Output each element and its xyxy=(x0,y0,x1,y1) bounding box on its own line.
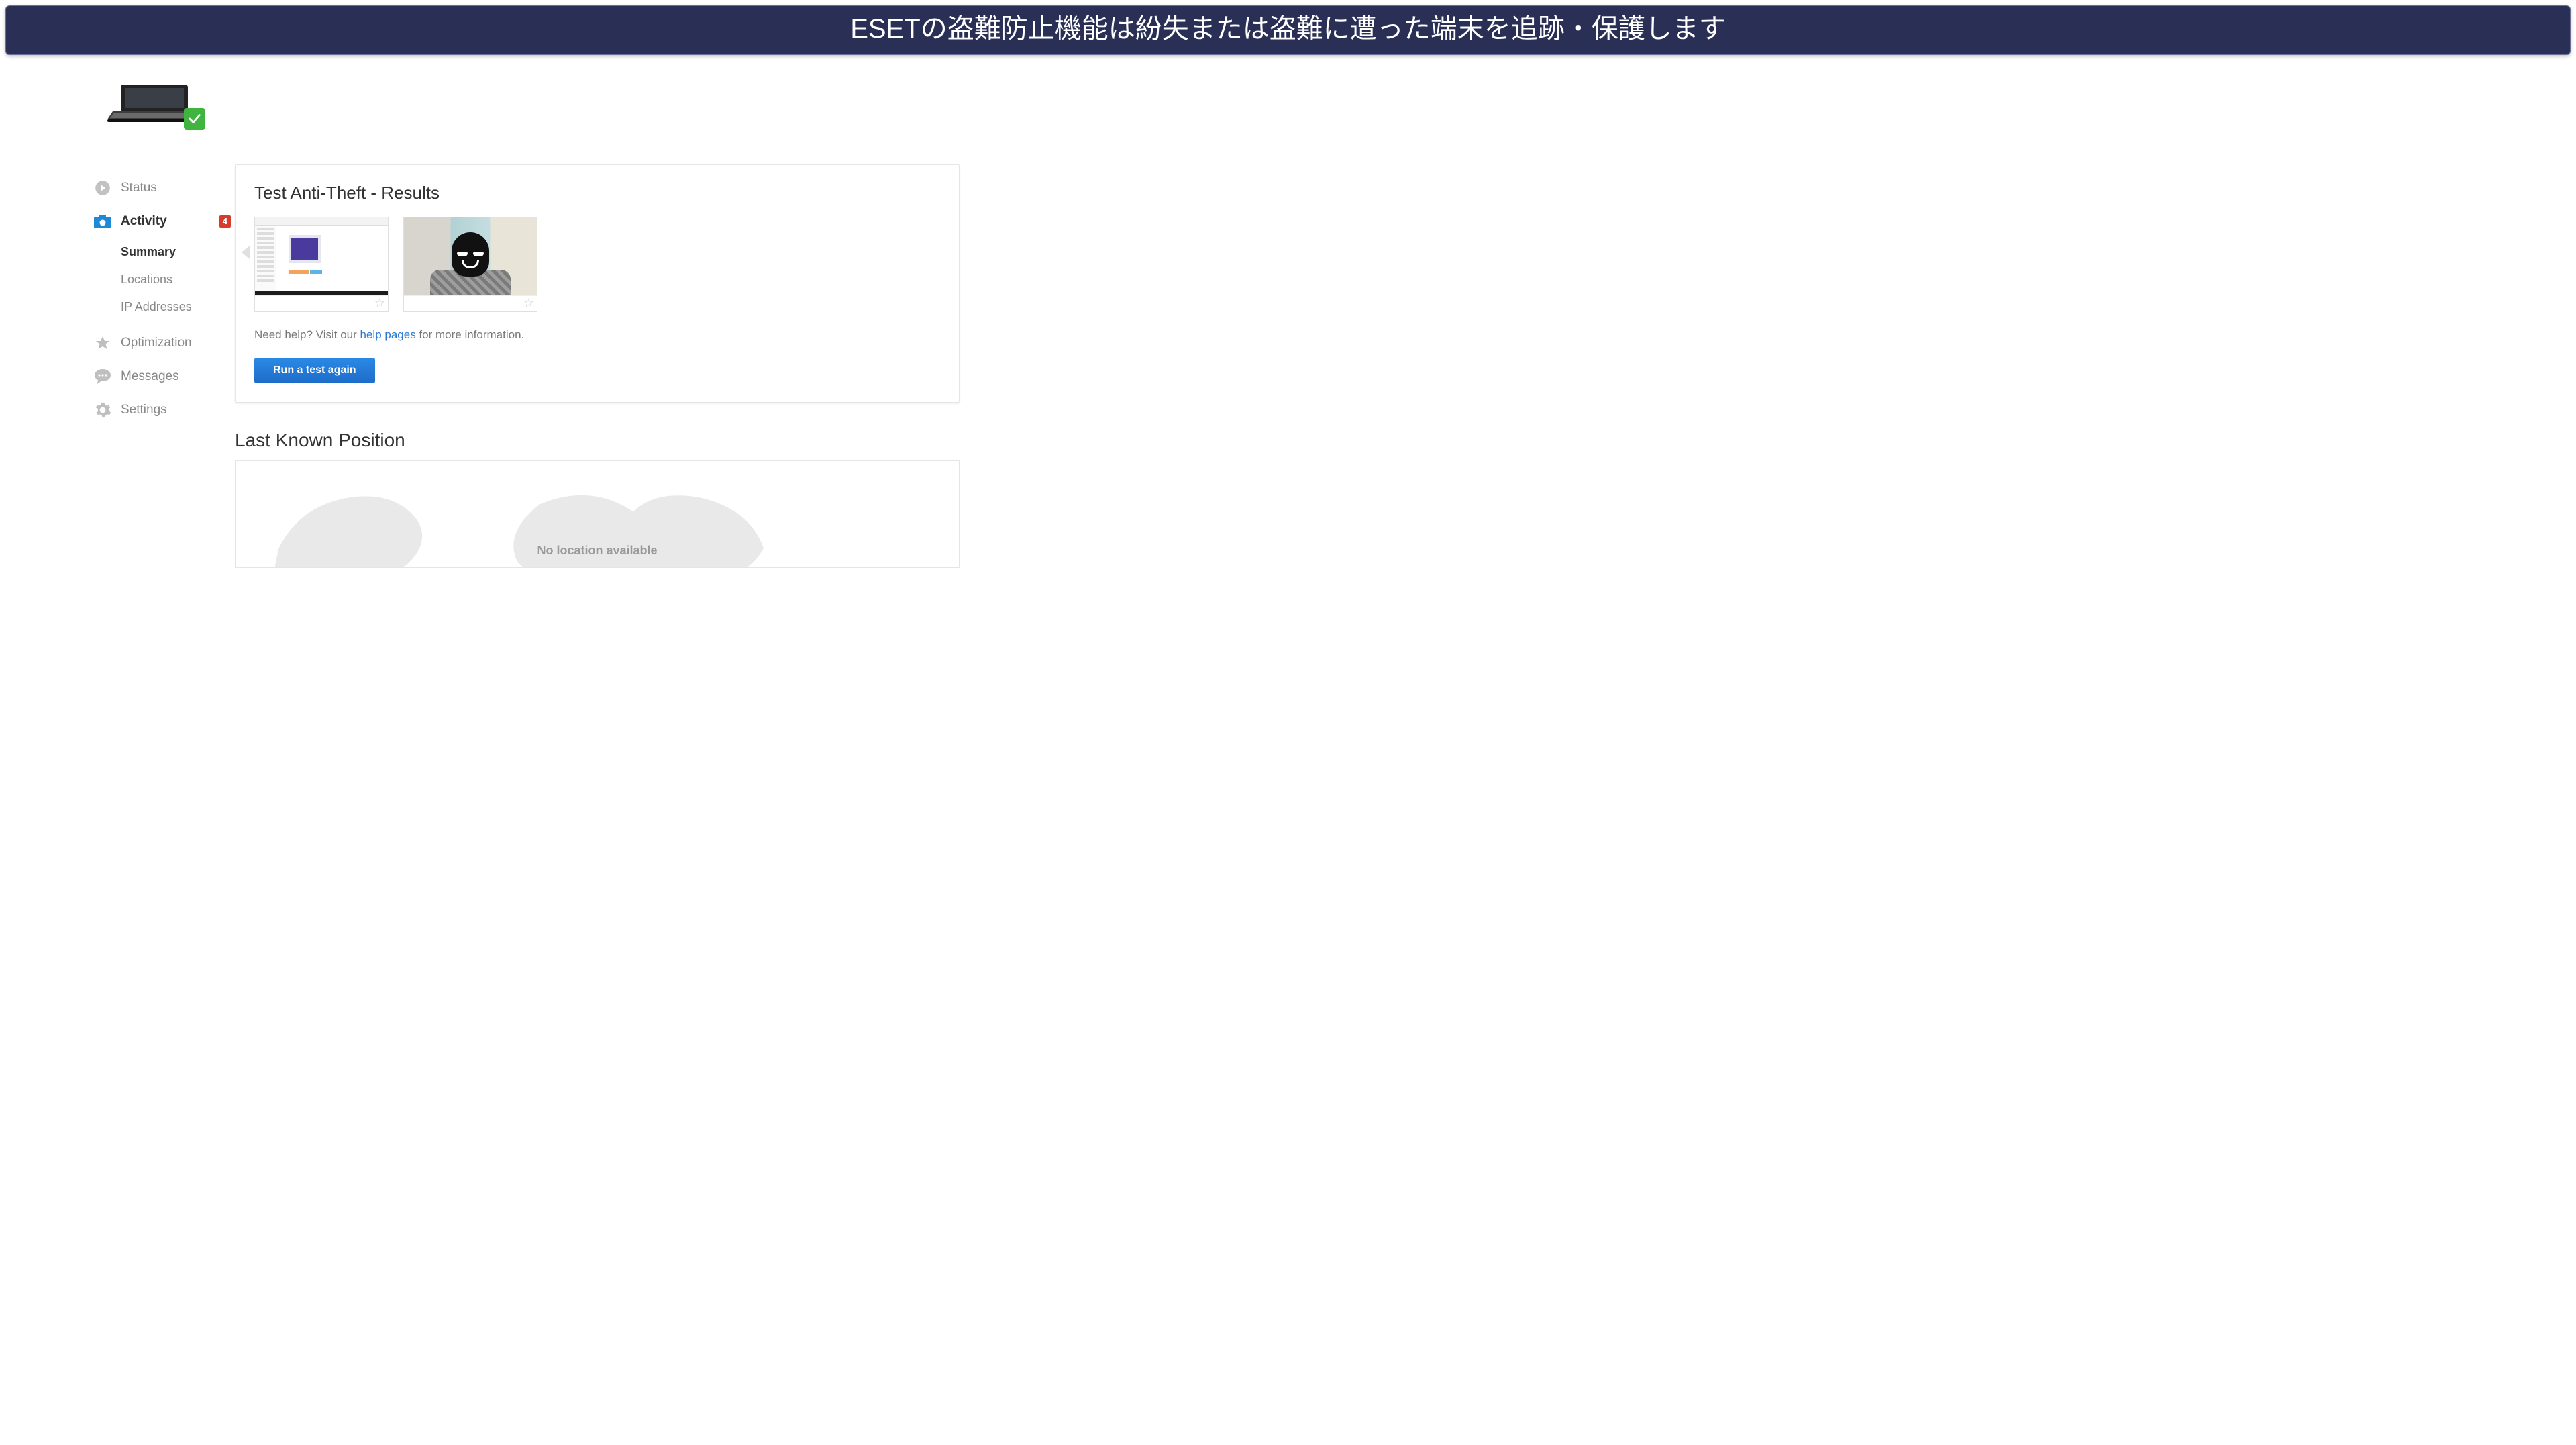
device-status-ok-badge xyxy=(184,108,205,130)
sidebar-item-status[interactable]: Status xyxy=(94,171,235,205)
map-empty-state: No location available xyxy=(236,544,959,558)
help-suffix: for more information. xyxy=(416,328,525,341)
sidebar-item-optimization[interactable]: Optimization xyxy=(94,326,235,360)
thumbnail-webcam[interactable]: ☆ xyxy=(403,217,537,312)
overlay-banner: ESETの盗難防止機能は紛失または盗難に遭った端末を追跡・保護します xyxy=(5,5,2571,55)
submenu-item-locations[interactable]: Locations xyxy=(121,266,235,293)
submenu-label: IP Addresses xyxy=(121,300,192,313)
results-thumbnails: ☆ xyxy=(254,217,940,312)
help-line: Need help? Visit our help pages for more… xyxy=(254,328,940,342)
webcam-image xyxy=(404,217,537,295)
submenu-label: Locations xyxy=(121,272,172,286)
sidebar-item-label: Optimization xyxy=(121,336,192,350)
sidebar-item-label: Settings xyxy=(121,403,167,417)
content-row: Status Activity 4 Summary Locations IP A… xyxy=(74,134,960,568)
activity-submenu: Summary Locations IP Addresses xyxy=(121,238,235,326)
submenu-item-summary[interactable]: Summary xyxy=(121,238,235,266)
app-page: Status Activity 4 Summary Locations IP A… xyxy=(74,0,960,568)
screenshot-image xyxy=(255,217,388,295)
help-pages-link[interactable]: help pages xyxy=(360,328,416,341)
sidebar-item-messages[interactable]: Messages xyxy=(94,360,235,393)
sidebar-badge: 4 xyxy=(219,215,231,228)
sidebar: Status Activity 4 Summary Locations IP A… xyxy=(74,134,235,427)
gear-icon xyxy=(94,401,111,419)
submenu-label: Summary xyxy=(121,245,176,258)
map-card[interactable]: No location available xyxy=(235,460,960,568)
overlay-banner-text: ESETの盗難防止機能は紛失または盗難に遭った端末を追跡・保護します xyxy=(850,14,1725,44)
sidebar-item-label: Messages xyxy=(121,369,179,384)
device-laptop[interactable] xyxy=(107,83,201,127)
star-outline-icon[interactable]: ☆ xyxy=(374,296,385,310)
sidebar-item-label: Status xyxy=(121,181,157,195)
last-known-position-title: Last Known Position xyxy=(235,430,960,451)
results-card: Test Anti-Theft - Results xyxy=(235,164,960,403)
camera-icon xyxy=(94,213,111,230)
results-title: Test Anti-Theft - Results xyxy=(254,183,940,203)
sidebar-item-settings[interactable]: Settings xyxy=(94,393,235,427)
play-circle-icon xyxy=(94,179,111,197)
sidebar-item-label: Activity xyxy=(121,214,167,229)
thumbnail-screenshot[interactable]: ☆ xyxy=(254,217,389,312)
help-prefix: Need help? Visit our xyxy=(254,328,360,341)
star-outline-icon[interactable]: ☆ xyxy=(523,296,534,310)
sidebar-item-activity[interactable]: Activity 4 xyxy=(94,205,235,238)
chat-icon xyxy=(94,368,111,385)
star-icon xyxy=(94,334,111,352)
submenu-item-ip-addresses[interactable]: IP Addresses xyxy=(121,293,235,321)
run-test-again-button[interactable]: Run a test again xyxy=(254,358,375,383)
main-content: Test Anti-Theft - Results xyxy=(235,134,960,568)
check-icon xyxy=(187,111,202,126)
